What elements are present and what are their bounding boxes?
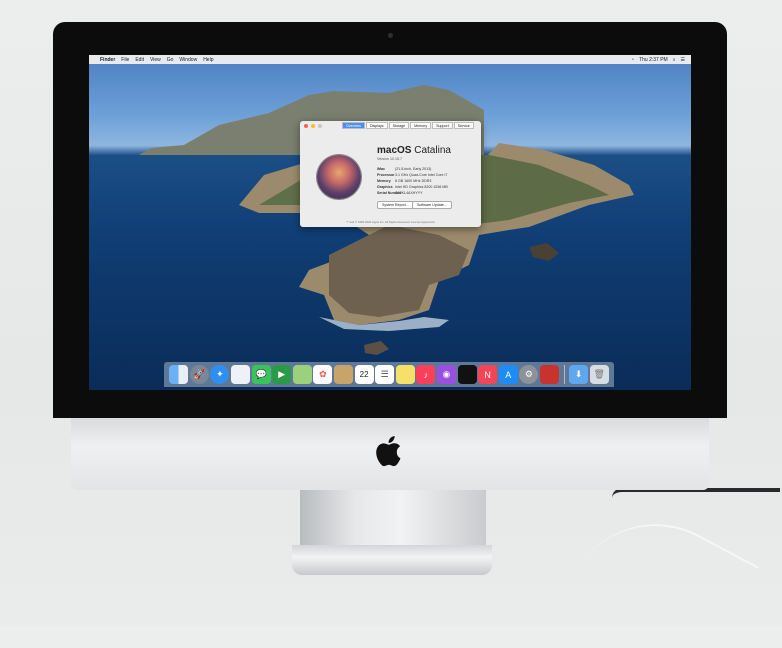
tab-storage[interactable]: Storage bbox=[388, 121, 410, 130]
desktop[interactable]: Finder File Edit View Go Window Help ◔ T… bbox=[89, 55, 691, 390]
menu-file[interactable]: File bbox=[121, 57, 129, 63]
close-button[interactable] bbox=[304, 123, 308, 128]
notification-center-icon[interactable]: ☰ bbox=[681, 57, 685, 63]
menu-window[interactable]: Window bbox=[179, 57, 197, 63]
spec-row: Graphics Intel HD Graphics 8200 1536 MB bbox=[377, 185, 448, 189]
menu-finder[interactable]: Finder bbox=[100, 57, 115, 63]
finder-icon[interactable] bbox=[169, 365, 189, 384]
about-this-mac-window[interactable]: Overview Displays Storage Memory Support… bbox=[300, 121, 481, 227]
spec-row: Memory 8 GB 1600 MHz DDR3 bbox=[377, 179, 431, 183]
menu-edit[interactable]: Edit bbox=[135, 57, 144, 63]
os-name-light: Catalina bbox=[414, 145, 451, 156]
tab-overview[interactable]: Overview bbox=[342, 121, 365, 130]
photo-booth-icon[interactable] bbox=[539, 365, 559, 384]
os-name: macOS Catalina bbox=[377, 145, 451, 156]
clock[interactable]: Thu 2:37 PM bbox=[639, 57, 668, 63]
spec-key: Processor bbox=[377, 173, 395, 177]
minimize-button[interactable] bbox=[311, 123, 315, 128]
trash-icon[interactable]: 🗑 bbox=[589, 365, 609, 384]
usb-cable bbox=[574, 492, 760, 648]
stand-foot bbox=[292, 545, 492, 575]
app-store-icon[interactable]: A bbox=[498, 365, 518, 384]
spec-key: Serial Number bbox=[377, 191, 402, 195]
tab-service[interactable]: Service bbox=[453, 121, 474, 130]
tab-displays[interactable]: Displays bbox=[365, 121, 388, 130]
safari-icon[interactable]: ✦ bbox=[210, 365, 230, 384]
dock: 🚀 ✦ 💬 ▶ ✿ 22 ☰ ♪ ◉ N A ⚙ ⬇ 🗑 bbox=[164, 362, 614, 387]
camera-icon bbox=[388, 33, 393, 38]
podcasts-icon[interactable]: ◉ bbox=[436, 365, 456, 384]
contacts-icon[interactable] bbox=[334, 365, 354, 384]
tab-support[interactable]: Support bbox=[432, 121, 453, 130]
menu-bar: Finder File Edit View Go Window Help ◔ T… bbox=[89, 55, 691, 64]
messages-icon[interactable]: 💬 bbox=[251, 365, 271, 384]
menu-go[interactable]: Go bbox=[167, 57, 174, 63]
display-bezel: Finder File Edit View Go Window Help ◔ T… bbox=[53, 22, 727, 418]
imac: Finder File Edit View Go Window Help ◔ T… bbox=[53, 22, 727, 490]
spec-row: Processor3.1 GHz Quad-Core Intel Core i7 bbox=[377, 173, 447, 177]
legal-footer: ™ and © 1983-2020 Apple Inc. All Rights … bbox=[346, 220, 435, 224]
spec-row: iMac (21.5-inch, Early 2013) bbox=[377, 167, 431, 171]
spec-key: iMac bbox=[377, 167, 385, 171]
window-titlebar[interactable]: Overview Displays Storage Memory Support… bbox=[300, 121, 481, 130]
news-icon[interactable]: N bbox=[478, 365, 498, 384]
spec-value: C02KL4AXHYYY bbox=[395, 191, 423, 195]
spec-key: Memory bbox=[377, 179, 391, 183]
tab-bar: Overview Displays Storage Memory Support… bbox=[342, 121, 474, 130]
preview-icon[interactable] bbox=[231, 365, 251, 384]
notes-icon[interactable] bbox=[395, 365, 415, 384]
zoom-button[interactable] bbox=[318, 123, 322, 128]
dock-separator bbox=[563, 365, 565, 384]
spec-key: Graphics bbox=[377, 185, 393, 189]
os-name-bold: macOS bbox=[377, 145, 412, 156]
reminders-icon[interactable]: ☰ bbox=[375, 365, 395, 384]
system-preferences-icon[interactable]: ⚙ bbox=[519, 365, 539, 384]
software-update-button[interactable]: Software Update... bbox=[412, 201, 452, 209]
spec-row: Serial NumberC02KL4AXHYYY bbox=[377, 191, 423, 195]
facetime-icon[interactable]: ▶ bbox=[272, 365, 292, 384]
downloads-icon[interactable]: ⬇ bbox=[569, 365, 589, 384]
tv-icon[interactable] bbox=[457, 365, 477, 384]
music-icon[interactable]: ♪ bbox=[416, 365, 436, 384]
tab-memory[interactable]: Memory bbox=[410, 121, 432, 130]
photos-icon[interactable]: ✿ bbox=[313, 365, 333, 384]
calendar-icon[interactable]: 22 bbox=[354, 365, 374, 384]
spec-value: 3.1 GHz Quad-Core Intel Core i7 bbox=[395, 173, 448, 177]
spec-value: Intel HD Graphics 8200 1536 MB bbox=[395, 185, 448, 189]
launchpad-icon[interactable]: 🚀 bbox=[189, 365, 209, 384]
system-report-button[interactable]: System Report... bbox=[377, 201, 414, 209]
menu-view[interactable]: View bbox=[150, 57, 161, 63]
os-version: Version 10.15.7 bbox=[377, 157, 402, 161]
spec-value: (21.5-inch, Early 2013) bbox=[395, 167, 432, 171]
maps-icon[interactable] bbox=[292, 365, 312, 384]
macos-catalina-icon bbox=[317, 155, 361, 199]
spec-value: 8 GB 1600 MHz DDR3 bbox=[395, 179, 432, 183]
stand-neck bbox=[300, 488, 486, 550]
wifi-icon[interactable]: ◔ bbox=[631, 57, 634, 63]
menu-help[interactable]: Help bbox=[203, 57, 213, 63]
apple-logo-icon bbox=[376, 436, 401, 467]
spotlight-icon[interactable]: ⌕ bbox=[673, 57, 676, 63]
